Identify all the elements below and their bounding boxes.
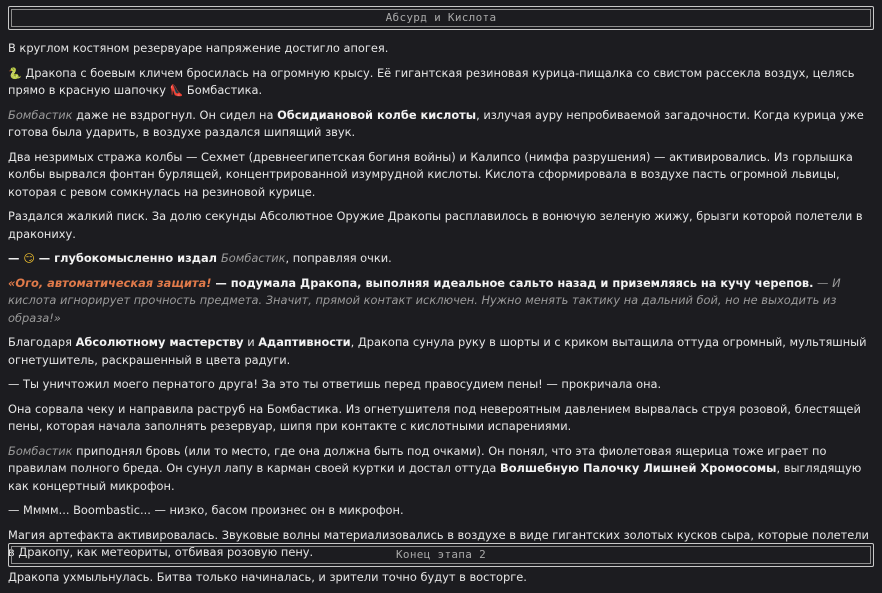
story-paragraph-4: Два незримых стража колбы — Сехмет (древ… [8,149,853,199]
story-paragraph-8: Благодаря Абсолютному мастерству и Адапт… [8,334,874,369]
header-title: Абсурд и Кислота [11,9,871,27]
shoe-icon: 👠 [169,84,184,97]
story-paragraph-7: «Ого, автоматическая защита! — подумала … [8,275,874,328]
smirk-face-icon: 😏 [23,252,35,265]
character-name: Бомбастик [220,251,286,265]
footer-title-bar: Конец этапа 2 [8,543,874,567]
dash: — [211,275,231,290]
paragraph-text: , поправляя очки. [285,251,392,265]
story-paragraph-2: 🐍 Дракопа с боевым кличем бросилась на о… [8,65,874,100]
story-paragraph-12: — Мммм... Boombastic... — низко, басом п… [8,503,404,517]
paragraph-text: Дракопа с боевым кличем бросилась на огр… [8,65,855,98]
skill-name: Абсолютному мастерству [75,335,244,349]
artifact-name: Волшебную Палочку Лишней Хромосомы [500,461,777,475]
header-title-bar: Абсурд и Кислота [8,6,874,30]
artifact-name: Обсидиановой колбе кислоты [277,107,477,122]
character-name: Бомбастик [8,107,73,122]
character-name: Бомбастик [8,443,73,458]
paragraph-text: — глубокомысленно издал [34,251,221,265]
paragraph-text: Бомбастика. [186,83,263,97]
skill-name: Адаптивности [258,335,351,349]
story-paragraph-5: Раздался жалкий писк. За долю секунды Аб… [8,209,863,241]
footer-title: Конец этапа 2 [11,546,871,564]
paragraph-text: подумала Дракопа, выполняя идеальное сал… [230,275,814,290]
story-paragraph-6: — 😏 — глубокомысленно издал Бомбастик, п… [8,250,874,268]
story-paragraph-3: Бомбастик даже не вздрогнул. Он сидел на… [8,107,874,142]
paragraph-text: Благодаря [8,335,76,349]
story-paragraph-14: Дракопа ухмыльнулась. Битва только начин… [8,569,527,584]
snake-icon: 🐍 [8,66,22,80]
thought-quote: «Ого, автоматическая защита! [8,275,212,290]
story-paragraph-9: — Ты уничтожил моего пернатого друга! За… [8,377,662,391]
story-content: В круглом костяном резервуаре напряжение… [8,40,874,593]
story-paragraph-1: В круглом костяном резервуаре напряжение… [8,41,389,55]
dash: — [8,251,24,265]
paragraph-text: даже не вздрогнул. Он сидел на [72,107,278,122]
paragraph-text: и [243,335,259,349]
story-paragraph-10: Она сорвала чеку и направила раструб на … [8,401,861,434]
story-paragraph-11: Бомбастик приподнял бровь (или то место,… [8,443,874,496]
